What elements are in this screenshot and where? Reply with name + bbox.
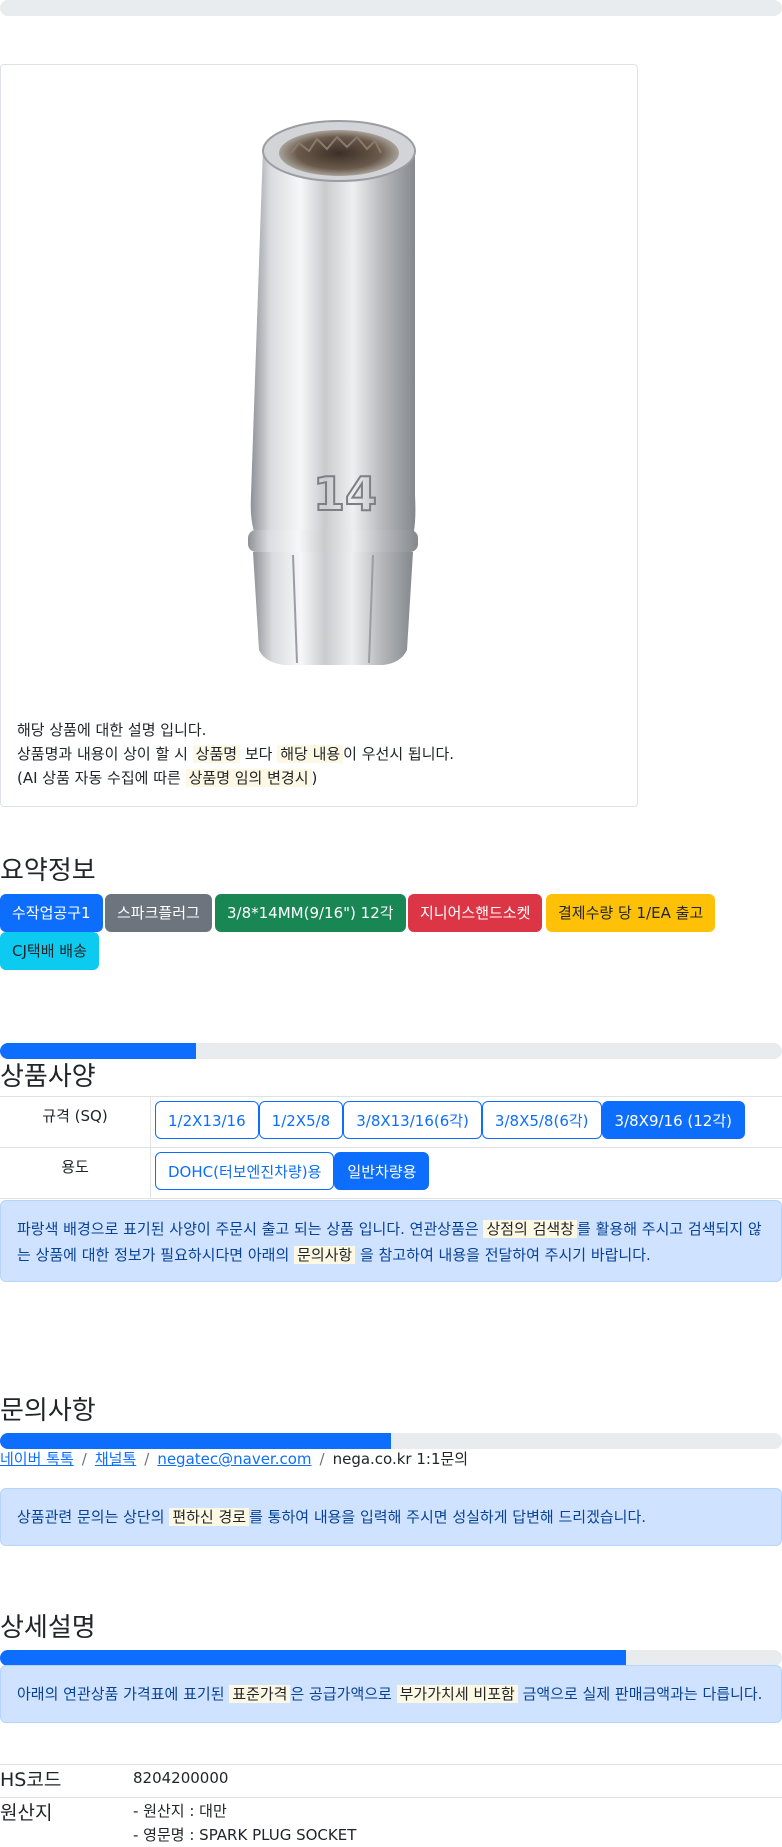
badge-size[interactable]: 3/8*14MM(9/16") 12각	[215, 894, 406, 932]
option-1-2x13-16[interactable]: 1/2X13/16	[155, 1101, 259, 1139]
highlight-product-name: 상품명	[193, 745, 240, 763]
notice-text: 를 통하여 내용을 입력해 주시면 성실하게 답변해 드리겠습니다.	[249, 1508, 646, 1526]
notice-text: 금액으로 실제 판매금액과는 다릅니다.	[518, 1685, 763, 1703]
hs-code-label: HS코드	[0, 1765, 61, 1792]
notice-text: 는 상품에 대한 정보가 필요하시다면 아래의	[17, 1246, 294, 1264]
separator: /	[136, 1450, 157, 1468]
link-naver-talk[interactable]: 네이버 톡톡	[0, 1450, 74, 1468]
spec-table: 규격 (SQ) 1/2X13/161/2X5/83/8X13/16(6각)3/8…	[0, 1096, 782, 1199]
link-email[interactable]: negatec@naver.com	[157, 1450, 311, 1468]
spec-progress-bar	[0, 1043, 782, 1059]
notice-text: 파랑색 배경으로 표기된 사양이 주문시 출고 되는 상품 입니다. 연관상품은	[17, 1220, 483, 1238]
highlight-name-change: 상품명 임의 변경시	[186, 769, 312, 787]
summary-title: 요약정보	[0, 850, 96, 887]
spec-row-size: 규격 (SQ) 1/2X13/161/2X5/83/8X13/16(6각)3/8…	[0, 1097, 782, 1148]
inquiry-progress-bar	[0, 1433, 782, 1449]
product-description: 해당 상품에 대한 설명 입니다. 상품명과 내용이 상이 할 시 상품명 보다…	[17, 718, 454, 790]
desc-text: (AI 상품 자동 수집에 따른	[17, 769, 186, 787]
desc-text: 보다	[240, 745, 277, 763]
option-3-8x9-16-12[interactable]: 3/8X9/16 (12각)	[602, 1101, 745, 1139]
detail-title: 상세설명	[0, 1607, 96, 1644]
inquiry-progress-fill	[0, 1433, 391, 1449]
spec-label-size: 규격 (SQ)	[0, 1097, 151, 1148]
detail-progress-fill	[0, 1650, 626, 1666]
desc-text: )	[312, 769, 318, 787]
notice-text: 은 공급가액으로	[290, 1685, 396, 1703]
origin-english-name: - 영문명 : SPARK PLUG SOCKET	[133, 1823, 356, 1847]
origin-row: 원산지 - 원산지 : 대만 - 영문명 : SPARK PLUG SOCKET	[0, 1797, 782, 1847]
highlight-inquiry: 문의사항	[294, 1246, 355, 1264]
site-inquiry-text: nega.co.kr 1:1문의	[333, 1450, 469, 1468]
spec-notice: 파랑색 배경으로 표기된 사양이 주문시 출고 되는 상품 입니다. 연관상품은…	[0, 1200, 782, 1282]
badge-type[interactable]: 스파크플러그	[105, 894, 212, 932]
highlight-search: 상점의 검색창	[483, 1220, 577, 1238]
socket-engraving: 14	[313, 467, 377, 521]
badge-brand[interactable]: 지니어스핸드소켓	[408, 894, 542, 932]
notice-text: 를 활용해 주시고 검색되지 않	[577, 1220, 762, 1238]
notice-text: 아래의 연관상품 가격표에 표기된	[17, 1685, 229, 1703]
separator: /	[74, 1450, 95, 1468]
top-progress-bar	[0, 0, 782, 16]
option-1-2x5-8[interactable]: 1/2X5/8	[259, 1101, 344, 1139]
highlight-content: 해당 내용	[277, 745, 343, 763]
desc-text: 상품명과 내용이 상이 할 시	[17, 745, 193, 763]
highlight-vat: 부가가치세 비포함	[397, 1685, 518, 1703]
spec-title: 상품사양	[0, 1056, 96, 1093]
badge-quantity[interactable]: 결제수량 당 1/EA 출고	[546, 894, 715, 932]
spec-options-usage: DOHC(터보엔진차량)용일반차량용	[151, 1148, 782, 1199]
desc-line-2: 상품명과 내용이 상이 할 시 상품명 보다 해당 내용이 우선시 됩니다.	[17, 742, 454, 766]
product-card: 14 해당 상품에 대한 설명 입니다. 상품명과 내용이 상이 할 시 상품명…	[0, 64, 638, 807]
option-3-8x13-16-6[interactable]: 3/8X13/16(6각)	[343, 1101, 482, 1139]
option-general[interactable]: 일반차량용	[334, 1152, 429, 1190]
inquiry-title: 문의사항	[0, 1390, 96, 1427]
detail-notice: 아래의 연관상품 가격표에 표기된 표준가격은 공급가액으로 부가가치세 비포함…	[0, 1665, 782, 1723]
desc-line-3: (AI 상품 자동 수집에 따른 상품명 임의 변경시)	[17, 766, 454, 790]
option-3-8x5-8-6[interactable]: 3/8X5/8(6각)	[482, 1101, 602, 1139]
spec-row-usage: 용도 DOHC(터보엔진차량)용일반차량용	[0, 1148, 782, 1199]
highlight-standard-price: 표준가격	[229, 1685, 290, 1703]
separator: /	[312, 1450, 333, 1468]
desc-text: 이 우선시 됩니다.	[343, 745, 454, 763]
origin-country: - 원산지 : 대만	[133, 1799, 356, 1823]
hs-code-row: HS코드 8204200000	[0, 1764, 782, 1797]
badge-category[interactable]: 수작업공구1	[0, 894, 103, 932]
spec-options-size: 1/2X13/161/2X5/83/8X13/16(6각)3/8X5/8(6각)…	[151, 1097, 782, 1148]
origin-value: - 원산지 : 대만 - 영문명 : SPARK PLUG SOCKET	[133, 1799, 356, 1847]
inquiry-notice: 상품관련 문의는 상단의 편하신 경로를 통하여 내용을 입력해 주시면 성실하…	[0, 1488, 782, 1546]
notice-text: 상품관련 문의는 상단의	[17, 1508, 169, 1526]
origin-label: 원산지	[0, 1798, 52, 1825]
link-channel-talk[interactable]: 채널톡	[95, 1450, 136, 1468]
inquiry-links: 네이버 톡톡/채널톡/negatec@naver.com/nega.co.kr …	[0, 1448, 468, 1469]
product-image: 14	[1, 65, 637, 705]
notice-text: 을 참고하여 내용을 전달하여 주시기 바랍니다.	[355, 1246, 651, 1264]
option-dohc[interactable]: DOHC(터보엔진차량)용	[155, 1152, 334, 1190]
spec-label-usage: 용도	[0, 1148, 151, 1199]
hs-code-value: 8204200000	[133, 1766, 228, 1790]
badge-delivery[interactable]: CJ택배 배송	[0, 932, 99, 970]
detail-progress-bar	[0, 1650, 782, 1666]
highlight-route: 편하신 경로	[169, 1508, 249, 1526]
desc-line-1: 해당 상품에 대한 설명 입니다.	[17, 718, 454, 742]
